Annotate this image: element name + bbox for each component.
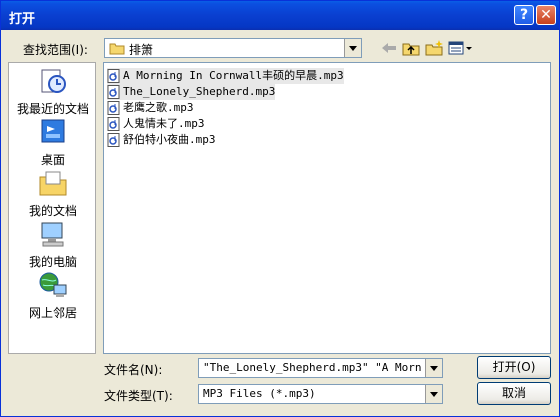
file-name: A Morning In Cornwall丰硕的早晨.mp3	[123, 69, 344, 82]
title-bar[interactable]: 打开 ? ✕	[1, 1, 559, 30]
place-my-documents[interactable]: 我的文档	[9, 169, 97, 218]
file-name: 老鹰之歌.mp3	[123, 101, 194, 114]
file-item[interactable]: 老鹰之歌.mp3	[107, 100, 194, 116]
lookin-label: 查找范围(I):	[23, 43, 88, 57]
help-button[interactable]: ?	[514, 5, 534, 25]
place-label: 网上邻居	[28, 306, 77, 320]
mp3-file-icon	[107, 117, 120, 131]
filetype-combo[interactable]: MP3 Files (*.mp3)	[198, 384, 443, 404]
network-icon	[39, 272, 67, 297]
filetype-dropdown-button[interactable]	[425, 385, 442, 403]
open-button[interactable]: 打开(O)	[477, 356, 551, 379]
file-name: 人鬼情未了.mp3	[123, 117, 205, 130]
mp3-file-icon	[107, 85, 120, 99]
place-desktop[interactable]: 桌面	[9, 118, 97, 167]
filetype-value: MP3 Files (*.mp3)	[203, 387, 316, 400]
my-documents-icon	[39, 171, 67, 196]
place-label: 我最近的文档	[16, 102, 89, 116]
desktop-icon	[41, 119, 65, 143]
filename-input[interactable]: "The_Lonely_Shepherd.mp3" "A Morning I	[203, 361, 422, 374]
views-menu-icon[interactable]	[447, 39, 473, 57]
place-my-computer[interactable]: 我的电脑	[9, 220, 97, 269]
lookin-dropdown-button[interactable]	[344, 39, 361, 57]
open-dialog: 打开 ? ✕ 查找范围(I): 排箫 我最近的文档 桌面 我的文档 我的电脑 网…	[0, 0, 560, 417]
places-bar: 我最近的文档 桌面 我的文档 我的电脑 网上邻居	[8, 62, 96, 354]
file-item[interactable]: 舒伯特小夜曲.mp3	[107, 132, 216, 148]
file-item[interactable]: The_Lonely_Shepherd.mp3	[107, 84, 276, 100]
filetype-label: 文件类型(T):	[104, 389, 173, 403]
filename-label: 文件名(N):	[104, 363, 163, 377]
lookin-combo[interactable]: 排箫	[104, 38, 362, 58]
place-network[interactable]: 网上邻居	[9, 271, 97, 320]
place-label: 桌面	[40, 153, 65, 167]
mp3-file-icon	[107, 133, 120, 147]
new-folder-icon[interactable]	[423, 39, 445, 57]
filename-combo[interactable]: "The_Lonely_Shepherd.mp3" "A Morning I	[198, 358, 443, 378]
file-name: 舒伯特小夜曲.mp3	[123, 133, 216, 146]
back-icon[interactable]	[378, 39, 400, 57]
my-computer-icon	[41, 222, 64, 247]
file-name: The_Lonely_Shepherd.mp3	[123, 85, 276, 98]
file-item[interactable]: A Morning In Cornwall丰硕的早晨.mp3	[107, 68, 344, 84]
filename-dropdown-button[interactable]	[425, 359, 442, 377]
place-label: 我的文档	[28, 204, 77, 218]
cancel-button[interactable]: 取消	[477, 382, 551, 405]
folder-icon	[109, 43, 125, 55]
window-title: 打开	[9, 12, 36, 27]
place-label: 我的电脑	[28, 255, 77, 269]
mp3-file-icon	[107, 101, 120, 115]
file-list[interactable]: A Morning In Cornwall丰硕的早晨.mp3 The_Lonel…	[103, 62, 551, 354]
recent-docs-icon	[41, 69, 66, 93]
up-folder-icon[interactable]	[400, 39, 422, 57]
mp3-file-icon	[107, 69, 120, 83]
place-recent-documents[interactable]: 我最近的文档	[9, 67, 97, 116]
close-button[interactable]: ✕	[536, 5, 556, 25]
lookin-value: 排箫	[129, 43, 154, 57]
file-item[interactable]: 人鬼情未了.mp3	[107, 116, 205, 132]
